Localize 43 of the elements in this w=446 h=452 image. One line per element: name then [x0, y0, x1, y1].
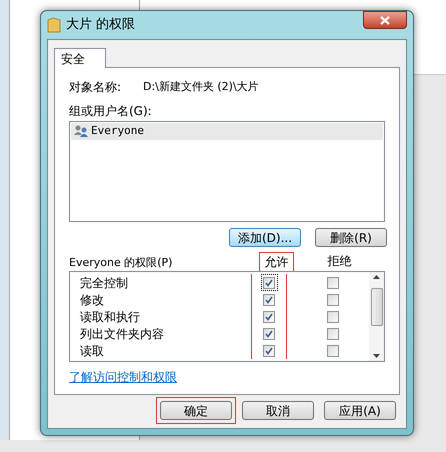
- scrollbar[interactable]: [369, 272, 384, 361]
- checkmark-icon: [265, 346, 273, 354]
- folder-icon: [47, 17, 61, 33]
- checkbox[interactable]: [263, 294, 275, 306]
- checkmark-icon: [265, 278, 273, 286]
- permission-name: 读取和执行: [79, 308, 141, 326]
- help-link[interactable]: 了解访问控制和权限: [69, 368, 177, 386]
- checkbox[interactable]: [327, 310, 339, 322]
- scroll-up-icon: [373, 275, 380, 279]
- dialog-button[interactable]: 添加(D)...: [229, 228, 301, 247]
- permission-name: 完全控制: [79, 274, 129, 292]
- dialog-button[interactable]: 删除(R): [315, 228, 387, 247]
- dialog-button[interactable]: 取消: [242, 401, 314, 420]
- users-icon: [74, 125, 89, 138]
- checkbox[interactable]: [327, 294, 339, 306]
- column-header: 拒绝: [326, 253, 353, 270]
- checkbox[interactable]: [327, 328, 339, 340]
- checkmark-icon: [265, 330, 273, 338]
- tab[interactable]: 安全: [54, 48, 106, 68]
- group-list-item[interactable]: Everyone: [71, 123, 383, 140]
- checkbox[interactable]: [327, 276, 339, 288]
- permission-name: 读取: [79, 342, 105, 360]
- checkmark-icon: [265, 312, 273, 320]
- permissions-label: Everyone 的权限(P): [69, 254, 174, 270]
- scroll-thumb[interactable]: [370, 288, 382, 326]
- checkmark-icon: [265, 296, 273, 304]
- checkbox[interactable]: [263, 344, 275, 356]
- permission-name: 修改: [79, 292, 105, 308]
- checkbox[interactable]: [263, 310, 275, 322]
- dialog-button[interactable]: 应用(A): [324, 401, 396, 420]
- close-button[interactable]: [363, 11, 407, 29]
- groups-label: 组或用户名(G):: [69, 103, 152, 118]
- checkbox[interactable]: [263, 328, 275, 340]
- permission-name: 列出文件夹内容: [79, 326, 165, 342]
- checkbox[interactable]: [327, 344, 339, 356]
- column-header: 允许: [259, 252, 294, 271]
- object-name-label: 对象名称:: [69, 79, 122, 96]
- scroll-down-icon: [373, 354, 380, 358]
- close-icon: [380, 16, 390, 24]
- dialog-button[interactable]: 确定: [160, 401, 232, 420]
- window-title: 大片 的权限: [66, 16, 136, 34]
- checkbox[interactable]: [263, 276, 275, 288]
- object-name-value: D:\新建文件夹 (2)\大片: [143, 78, 259, 95]
